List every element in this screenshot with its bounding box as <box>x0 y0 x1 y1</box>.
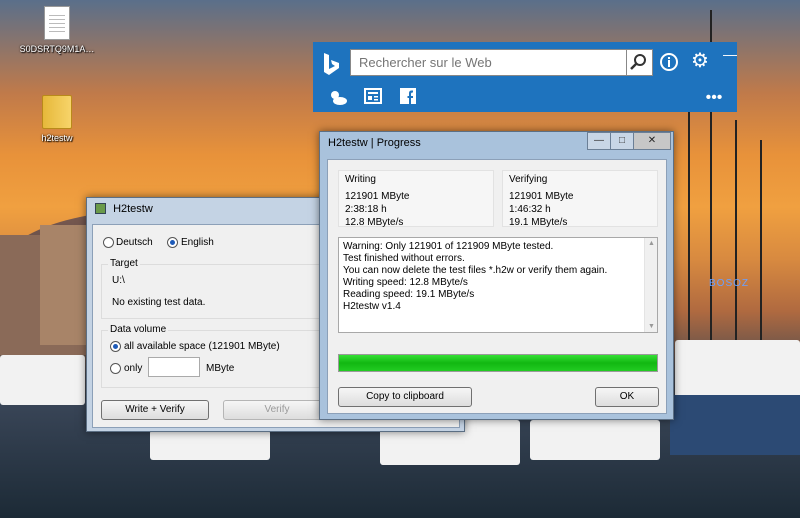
only-label[interactable]: only <box>124 363 142 374</box>
desktop-icon-textfile[interactable]: S0DSRTQ9M1A… <box>12 6 102 54</box>
wallpaper-boat <box>150 430 270 460</box>
bing-search-bar: ⚙ — ••• <box>313 42 737 112</box>
desktop-icon-label: h2testw <box>41 133 73 143</box>
scroll-down-icon[interactable]: ▼ <box>648 323 655 330</box>
log-line: Writing speed: 12.8 MByte/s <box>343 277 468 288</box>
wallpaper-mast <box>735 120 737 350</box>
target-path: U:\ <box>112 275 125 286</box>
window-title: H2testw | Progress <box>328 137 421 149</box>
progress-bar <box>338 354 658 372</box>
progress-window: H2testw | Progress — □ ✕ Writing 121901 … <box>319 131 674 420</box>
only-radio[interactable] <box>110 363 121 374</box>
verifying-speed: 19.1 MByte/s <box>509 217 568 228</box>
only-mbyte-input[interactable] <box>148 357 200 377</box>
log-line: Warning: Only 121901 of 121909 MByte tes… <box>343 241 554 252</box>
wallpaper-boat <box>0 355 85 405</box>
weather-icon[interactable] <box>327 88 349 111</box>
verifying-label: Verifying <box>509 174 548 185</box>
log-line: Reading speed: 19.1 MByte/s <box>343 289 475 300</box>
english-label[interactable]: English <box>181 237 214 248</box>
writing-time: 2:38:18 h <box>345 204 387 215</box>
log-line: Test finished without errors. <box>343 253 465 264</box>
writing-size: 121901 MByte <box>345 191 410 202</box>
writing-group: Writing 121901 MByte 2:38:18 h 12.8 MByt… <box>338 170 494 228</box>
log-line: You can now delete the test files *.h2w … <box>343 265 608 276</box>
facebook-icon[interactable] <box>398 88 418 109</box>
search-button[interactable] <box>627 49 653 76</box>
write-verify-button[interactable]: Write + Verify <box>101 400 209 420</box>
mbyte-label: MByte <box>206 363 235 374</box>
desktop-icon-h2testw-folder[interactable]: h2testw <box>12 95 102 143</box>
writing-label: Writing <box>345 174 376 185</box>
deutsch-label[interactable]: Deutsch <box>116 237 153 248</box>
target-label: Target <box>108 258 140 269</box>
text-file-icon <box>44 6 70 40</box>
close-button[interactable]: ✕ <box>633 132 671 150</box>
app-icon <box>95 203 106 214</box>
result-log[interactable]: Warning: Only 121901 of 121909 MByte tes… <box>338 237 658 333</box>
copy-to-clipboard-button[interactable]: Copy to clipboard <box>338 387 472 407</box>
wallpaper-boat <box>530 420 660 460</box>
neon-sign: BOSOZ <box>709 278 750 289</box>
wallpaper-boat <box>675 340 800 400</box>
english-radio[interactable] <box>167 237 178 248</box>
folder-icon <box>42 95 72 129</box>
wallpaper-building <box>40 225 90 345</box>
progress-bar-fill <box>339 355 657 371</box>
writing-speed: 12.8 MByte/s <box>345 217 404 228</box>
window-client-area: Writing 121901 MByte 2:38:18 h 12.8 MByt… <box>327 159 667 414</box>
wallpaper-boat <box>670 395 800 455</box>
gear-icon[interactable]: ⚙ <box>689 51 711 71</box>
bing-logo-icon[interactable] <box>322 52 344 76</box>
ok-button[interactable]: OK <box>595 387 659 407</box>
result-log-text: Warning: Only 121901 of 121909 MByte tes… <box>343 241 643 313</box>
close-icon[interactable]: — <box>723 46 737 62</box>
bing-search-input[interactable] <box>350 49 627 76</box>
more-icon[interactable]: ••• <box>703 88 725 108</box>
maximize-button[interactable]: □ <box>610 132 634 150</box>
all-space-radio[interactable] <box>110 341 121 352</box>
log-scrollbar[interactable]: ▲ ▼ <box>644 238 657 332</box>
window-title: H2testw <box>113 203 153 215</box>
all-space-label[interactable]: all available space (121901 MByte) <box>124 341 280 352</box>
scroll-up-icon[interactable]: ▲ <box>648 240 655 247</box>
news-icon[interactable] <box>362 88 384 109</box>
verifying-time: 1:46:32 h <box>509 204 551 215</box>
verifying-size: 121901 MByte <box>509 191 574 202</box>
data-volume-label: Data volume <box>108 324 169 335</box>
info-icon[interactable] <box>658 52 680 77</box>
minimize-button[interactable]: — <box>587 132 611 150</box>
wallpaper-mast <box>688 110 690 360</box>
target-status: No existing test data. <box>112 297 206 308</box>
search-icon <box>630 54 646 70</box>
desktop-icon-label: S0DSRTQ9M1A… <box>19 44 95 54</box>
verify-button[interactable]: Verify <box>223 400 331 420</box>
wallpaper-mast <box>760 140 762 360</box>
deutsch-radio[interactable] <box>103 237 114 248</box>
log-line: H2testw v1.4 <box>343 301 401 312</box>
verifying-group: Verifying 121901 MByte 1:46:32 h 19.1 MB… <box>502 170 658 228</box>
